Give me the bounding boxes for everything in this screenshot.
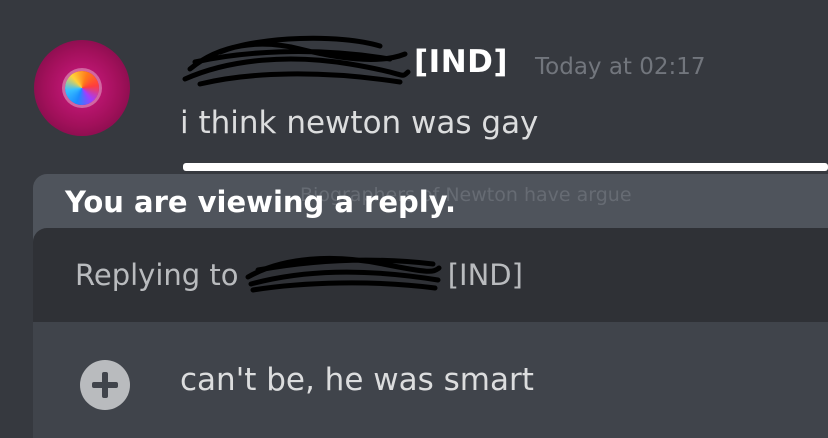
divider — [183, 163, 828, 171]
viewing-reply-notice: You are viewing a reply. — [65, 185, 456, 219]
redaction-scribble — [245, 255, 442, 293]
author-tag: [IND] — [414, 44, 509, 80]
reply-author-tag: [IND] — [447, 258, 523, 292]
message-input[interactable]: can't be, he was smart — [180, 362, 534, 398]
plus-circle-icon[interactable] — [80, 360, 130, 410]
replying-prefix: Replying to — [75, 258, 239, 292]
message-timestamp: Today at 02:17 — [535, 54, 706, 80]
globe-icon — [65, 71, 99, 105]
replying-to-label: Replying to [IND] — [75, 255, 523, 293]
message-author[interactable]: [IND] — [180, 35, 509, 87]
message-content: i think newton was gay — [180, 105, 539, 141]
redaction-scribble — [182, 35, 411, 87]
user-avatar[interactable] — [34, 40, 130, 136]
